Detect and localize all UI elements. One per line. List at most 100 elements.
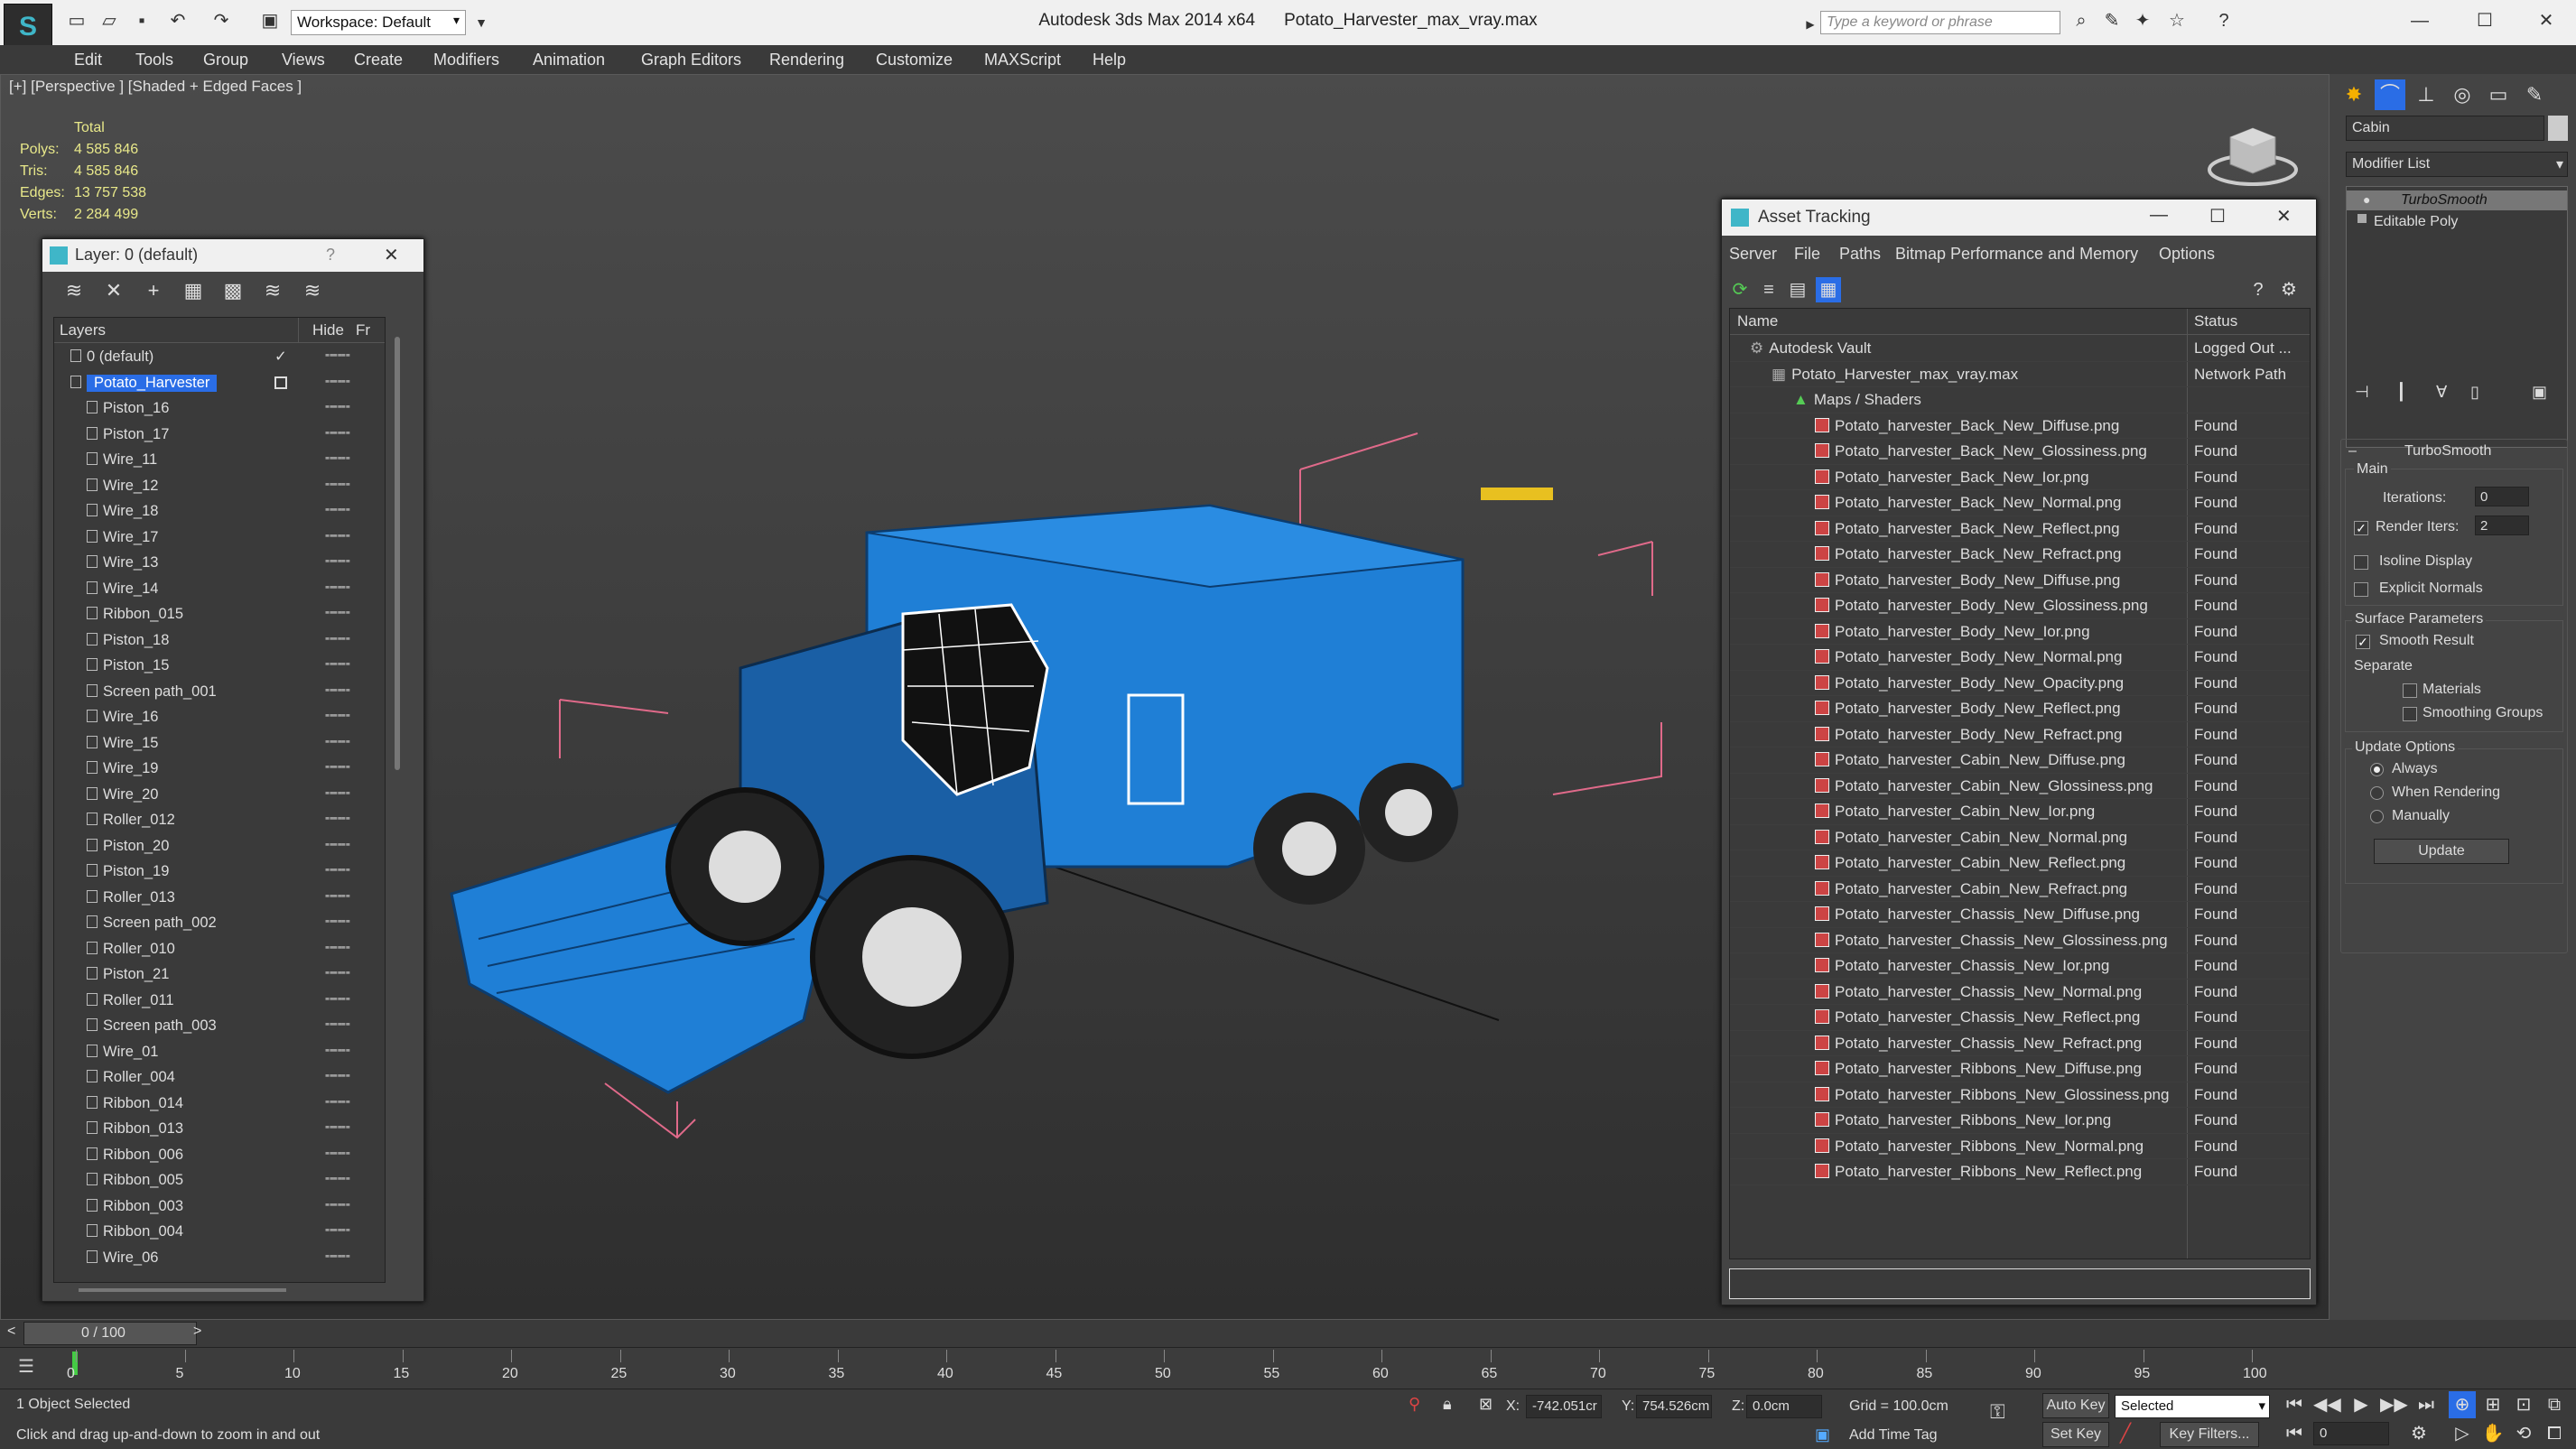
hide-toggle[interactable]: ╍╍╍ xyxy=(325,398,350,416)
asset-row[interactable]: Potato_harvester_Body_New_Glossiness.png… xyxy=(1730,593,2310,619)
hide-toggle[interactable]: ╍╍╍ xyxy=(325,347,350,365)
field-of-view-icon[interactable]: ▷ xyxy=(2449,1420,2476,1447)
asset-row[interactable]: Potato_harvester_Chassis_New_Ior.png Foun… xyxy=(1730,953,2310,980)
hide-toggle[interactable]: ╍╍╍ xyxy=(325,527,350,545)
create-tab-icon[interactable]: ✸ xyxy=(2339,79,2369,110)
column-freeze[interactable]: Fr xyxy=(356,321,370,339)
hide-toggle[interactable]: ╍╍╍ xyxy=(325,630,350,648)
close-icon[interactable]: ✕ xyxy=(2528,7,2564,34)
asset-row[interactable]: ▲ Maps / Shaders xyxy=(1730,387,2310,413)
hide-toggle[interactable]: ╍╍╍ xyxy=(325,476,350,494)
layer-row[interactable]: Wire_18 ╍╍╍ xyxy=(54,499,385,525)
help-icon[interactable]: ? xyxy=(2212,9,2236,33)
layer-row[interactable]: Ribbon_006 ╍╍╍ xyxy=(54,1143,385,1169)
layer-row[interactable]: Piston_20 ╍╍╍ xyxy=(54,834,385,860)
viewport-label[interactable]: [+] [Perspective ] [Shaded + Edged Faces… xyxy=(9,78,302,96)
hide-toggle[interactable]: ╍╍╍ xyxy=(325,1196,350,1214)
layer-row[interactable]: Ribbon_003 ╍╍╍ xyxy=(54,1194,385,1221)
iterations-spinner[interactable]: 0 xyxy=(2475,487,2529,506)
asset-row[interactable]: Potato_harvester_Back_New_Glossiness.png… xyxy=(1730,439,2310,465)
layer-row[interactable]: Potato_Harvester ╍╍╍ xyxy=(54,371,385,397)
render-iters-checkbox[interactable]: ✓ xyxy=(2354,521,2368,535)
time-tag-icon[interactable]: ▣ xyxy=(1815,1426,1830,1444)
layer-row[interactable]: Ribbon_013 ╍╍╍ xyxy=(54,1117,385,1143)
update-button[interactable]: Update xyxy=(2374,839,2509,864)
layer-row[interactable]: Piston_19 ╍╍╍ xyxy=(54,859,385,886)
modifier-turbosmooth[interactable]: TurboSmooth xyxy=(2347,190,2567,210)
layer-row[interactable]: Ribbon_005 ╍╍╍ xyxy=(54,1168,385,1194)
hide-toggle[interactable]: ╍╍╍ xyxy=(325,785,350,803)
asset-row[interactable]: Potato_harvester_Body_New_Diffuse.png Fou… xyxy=(1730,568,2310,593)
hide-toggle[interactable]: ╍╍╍ xyxy=(325,553,350,571)
hide-toggle[interactable]: ╍╍╍ xyxy=(325,964,350,982)
asset-row[interactable]: Potato_harvester_Cabin_New_Ior.png Found xyxy=(1730,799,2310,825)
materials-checkbox[interactable] xyxy=(2403,683,2417,698)
always-radio[interactable] xyxy=(2370,763,2384,776)
hide-toggle[interactable]: ╍╍╍ xyxy=(325,836,350,854)
viewcube-icon[interactable] xyxy=(2203,117,2302,190)
asset-row[interactable]: Potato_harvester_Body_New_Refract.png Fou… xyxy=(1730,722,2310,748)
highlight-layer-icon[interactable]: ▩ xyxy=(219,279,246,302)
time-slider[interactable]: < 0 / 100 > xyxy=(0,1320,2576,1347)
asset-row[interactable]: Potato_harvester_Chassis_New_Glossiness.… xyxy=(1730,928,2310,953)
help-button[interactable]: ? xyxy=(326,246,335,265)
hide-toggle[interactable]: ╍╍╍ xyxy=(325,810,350,828)
layer-row[interactable]: Wire_16 ╍╍╍ xyxy=(54,705,385,731)
layer-row[interactable]: Wire_20 ╍╍╍ xyxy=(54,783,385,809)
layer-row[interactable]: Screen path_003 ╍╍╍ xyxy=(54,1014,385,1040)
column-hide[interactable]: Hide xyxy=(312,321,344,339)
layer-row[interactable]: Wire_11 ╍╍╍ xyxy=(54,448,385,474)
manually-radio[interactable] xyxy=(2370,810,2384,823)
menu-bitmap-performance[interactable]: Bitmap Performance and Memory xyxy=(1895,245,2138,264)
layer-row[interactable]: Wire_13 ╍╍╍ xyxy=(54,551,385,577)
asset-row[interactable]: Potato_harvester_Chassis_New_Diffuse.png… xyxy=(1730,902,2310,928)
zoom-icon[interactable]: ⊕ xyxy=(2449,1391,2476,1418)
hide-toggle[interactable]: ╍╍╍ xyxy=(325,1067,350,1085)
layer-row[interactable]: Roller_011 ╍╍╍ xyxy=(54,989,385,1015)
column-layers[interactable]: Layers xyxy=(60,321,106,339)
minimize-icon[interactable]: — xyxy=(2150,205,2168,226)
layer-row[interactable]: Wire_17 ╍╍╍ xyxy=(54,525,385,552)
menu-animation[interactable]: Animation xyxy=(533,51,605,70)
search-input[interactable]: Type a keyword or phrase xyxy=(1820,11,2060,34)
layer-row[interactable]: Ribbon_014 ╍╍╍ xyxy=(54,1091,385,1118)
hide-toggle[interactable]: ╍╍╍ xyxy=(325,450,350,468)
grid-view-icon[interactable]: ▦ xyxy=(1816,277,1841,302)
menu-maxscript[interactable]: MAXScript xyxy=(984,51,1061,70)
rollout-collapse-icon[interactable]: – xyxy=(2348,443,2357,460)
selection-lock-icon[interactable]: 🔒︎ xyxy=(1443,1395,1452,1414)
hide-toggle[interactable]: ╍╍╍ xyxy=(325,1093,350,1111)
modify-tab-icon[interactable]: ⌒ xyxy=(2375,79,2405,110)
asset-row[interactable]: ⚙ Autodesk Vault Logged Out ... xyxy=(1730,336,2310,362)
current-frame-field[interactable]: 0 xyxy=(2313,1422,2389,1445)
layer-row[interactable]: Piston_16 ╍╍╍ xyxy=(54,396,385,423)
motion-tab-icon[interactable]: ◎ xyxy=(2447,79,2478,110)
smoothing-groups-checkbox[interactable] xyxy=(2403,707,2417,721)
key-icon[interactable]: ⚿ xyxy=(1990,1400,2005,1424)
make-unique-icon[interactable]: ∀ xyxy=(2436,383,2447,402)
utilities-tab-icon[interactable]: ✎ xyxy=(2519,79,2550,110)
asset-row[interactable]: Potato_harvester_Ribbons_New_Diffuse.png… xyxy=(1730,1056,2310,1082)
auto-key-button[interactable]: Auto Key xyxy=(2042,1393,2109,1418)
refresh-icon[interactable]: ⟳ xyxy=(1727,277,1753,302)
hide-toggle[interactable]: ╍╍╍ xyxy=(325,733,350,751)
hide-toggle[interactable]: ╍╍╍ xyxy=(325,1221,350,1240)
menu-paths[interactable]: Paths xyxy=(1839,245,1881,264)
explicit-normals-checkbox[interactable] xyxy=(2354,582,2368,597)
potato-harvester-model[interactable] xyxy=(397,397,1679,1165)
layer-row[interactable]: Roller_012 ╍╍╍ xyxy=(54,808,385,834)
when-rendering-radio[interactable] xyxy=(2370,786,2384,800)
asset-row[interactable]: Potato_harvester_Chassis_New_Reflect.png… xyxy=(1730,1005,2310,1031)
hide-toggle[interactable]: ╍╍╍ xyxy=(325,682,350,700)
settings-icon[interactable]: ⚙ xyxy=(2276,277,2302,302)
smooth-result-checkbox[interactable]: ✓ xyxy=(2356,635,2370,649)
new-layer-icon[interactable]: ≋ xyxy=(60,279,88,302)
layer-row[interactable]: Screen path_002 ╍╍╍ xyxy=(54,911,385,937)
zoom-extents-icon[interactable]: ⊡ xyxy=(2510,1391,2537,1418)
menu-options[interactable]: Options xyxy=(2159,245,2215,264)
previous-frame-icon[interactable]: ◀◀ xyxy=(2313,1391,2341,1418)
asset-path-field[interactable] xyxy=(1729,1268,2311,1299)
key-mode-dropdown[interactable]: Selected ▾ xyxy=(2115,1395,2270,1418)
hide-toggle[interactable]: ╍╍╍ xyxy=(325,913,350,931)
time-config-icon[interactable]: ⚙ xyxy=(2405,1420,2432,1447)
